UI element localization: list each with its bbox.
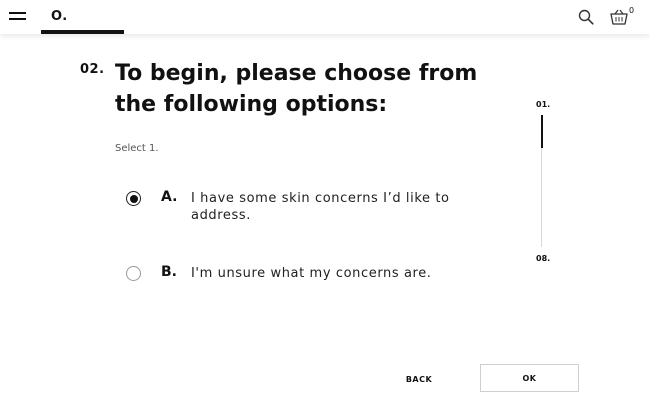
- question-title: To begin, please choose from the followi…: [115, 61, 478, 117]
- question-step-number: 02.: [80, 62, 105, 77]
- radio-button-selected[interactable]: [126, 191, 141, 206]
- cart-count-badge: 0: [629, 6, 635, 15]
- hamburger-menu-icon[interactable]: [9, 11, 26, 21]
- basket-icon[interactable]: [610, 9, 628, 25]
- logo[interactable]: O.: [51, 9, 68, 24]
- selection-instruction: Select 1.: [115, 143, 159, 154]
- ok-button[interactable]: OK: [480, 364, 579, 392]
- progress-end-label: 08.: [536, 254, 551, 263]
- active-nav-underline: [41, 30, 124, 34]
- progress-fill: [541, 115, 543, 148]
- site-header: O. 0: [0, 0, 650, 34]
- search-icon[interactable]: [578, 9, 594, 25]
- radio-button[interactable]: [126, 266, 141, 281]
- option-label: I'm unsure what my concerns are.: [191, 266, 432, 281]
- option-letter: B.: [161, 264, 177, 280]
- option-letter: A.: [161, 189, 178, 205]
- progress-start-label: 01.: [536, 100, 551, 109]
- option-label: I have some skin concerns I’d like to ad…: [191, 191, 450, 223]
- back-button[interactable]: BACK: [380, 365, 458, 393]
